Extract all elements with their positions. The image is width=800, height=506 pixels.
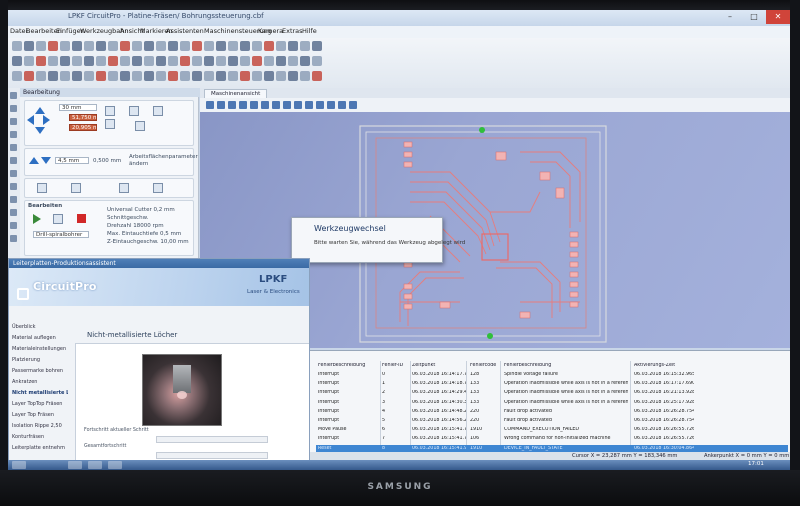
bezel-top [0,0,800,10]
bezel-left [0,0,8,506]
tv-bezel: SAMSUNG [0,0,800,506]
bezel-right [790,0,800,506]
tv-brand-logo: SAMSUNG [367,482,433,492]
photo-scene: LPKF CircuitPro - Platine-Fräsen/ Bohrun… [0,0,800,506]
